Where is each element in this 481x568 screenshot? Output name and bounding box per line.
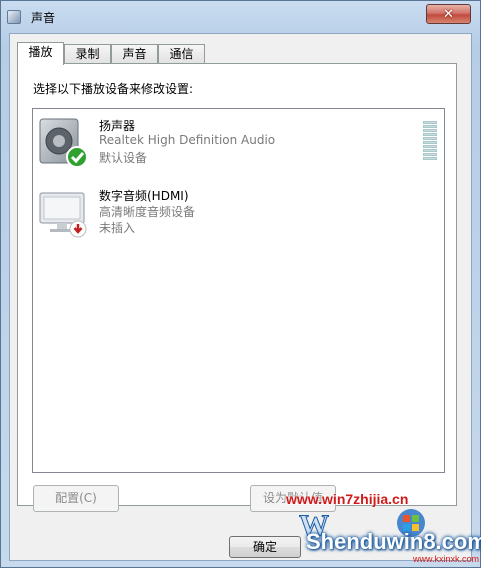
ok-button[interactable]: 确定 (229, 536, 301, 558)
unplugged-icon (69, 220, 87, 238)
configure-button[interactable]: 配置(C) (33, 485, 119, 512)
instruction-text: 选择以下播放设备来修改设置: (33, 82, 194, 96)
watermark-site: Shenduwin8.com (306, 529, 481, 554)
default-check-icon (66, 146, 88, 168)
device-description: 高清晰度音频设备 (99, 205, 196, 219)
device-item-hdmi[interactable]: 数字音频(HDMI) 高清晰度音频设备 未插入 (35, 181, 435, 241)
tab-recording[interactable]: 录制 (64, 44, 111, 63)
playback-panel: 选择以下播放设备来修改设置: 扬声器 Realtek High Definiti… (17, 63, 457, 512)
device-description: Realtek High Definition Audio (99, 133, 276, 147)
window-title: 声音 (31, 11, 56, 25)
hdmi-monitor-icon (39, 192, 87, 238)
tab-sounds[interactable]: 声音 (111, 44, 158, 63)
device-status: 未插入 (99, 221, 136, 235)
tab-playback[interactable]: 播放 (17, 42, 64, 65)
speaker-icon (39, 118, 88, 168)
watermark-url: www.win7zhijia.cn (286, 491, 409, 507)
device-name: 扬声器 (99, 119, 136, 133)
device-name: 数字音频(HDMI) (99, 189, 189, 203)
device-list[interactable]: 扬声器 Realtek High Definition Audio 默认设备 数… (32, 108, 445, 473)
device-status: 默认设备 (99, 151, 148, 165)
watermark-small: www.kxinxk.com (413, 554, 480, 564)
dialog-body: 播放 录制 声音 通信 选择以下播放设备来修改设置: 扬声器 Realtek H… (9, 33, 472, 561)
device-item-speakers[interactable]: 扬声器 Realtek High Definition Audio 默认设备 (35, 111, 437, 171)
volume-level-meter (423, 121, 437, 161)
sound-dialog: 声音 ✕ 播放 录制 声音 通信 选择以下播放设备来修改设置: 扬声器 Real… (0, 0, 481, 568)
close-icon: ✕ (443, 6, 454, 22)
sound-app-icon (7, 10, 21, 24)
title-bar[interactable]: 声音 ✕ (1, 1, 480, 33)
close-button[interactable]: ✕ (426, 4, 471, 24)
tab-communications[interactable]: 通信 (158, 44, 205, 63)
